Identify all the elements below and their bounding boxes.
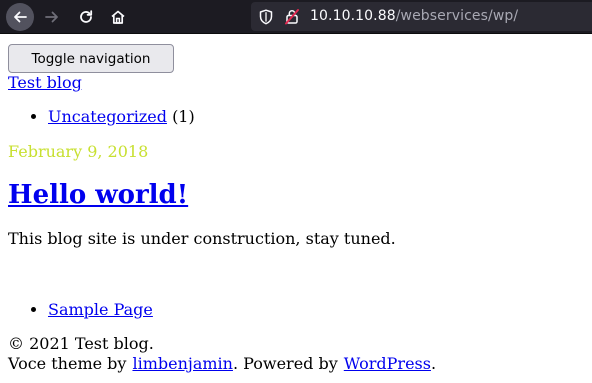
- arrow-left-icon: [14, 11, 27, 23]
- list-item: Sample Page: [48, 299, 153, 321]
- post-body: This blog site is under construction, st…: [8, 229, 396, 248]
- footer-theme-text: Voce theme by: [8, 354, 127, 373]
- url-text: 10.10.10.88/webservices/wp/: [310, 8, 518, 24]
- page-content: Toggle navigation Test blog Uncategorize…: [0, 35, 592, 383]
- sample-page-link[interactable]: Sample Page: [48, 300, 153, 319]
- home-button[interactable]: [104, 3, 132, 31]
- footer-powered-text: . Powered by: [232, 354, 338, 373]
- arrow-right-icon: [45, 11, 58, 23]
- post-date: February 9, 2018: [8, 142, 149, 161]
- back-button[interactable]: [6, 3, 34, 31]
- page-list: Sample Page: [48, 299, 153, 321]
- footer-end: .: [430, 354, 437, 373]
- reload-icon: [80, 10, 93, 23]
- wordpress-link[interactable]: WordPress: [344, 354, 431, 373]
- browser-toolbar: 10.10.10.88/webservices/wp/: [0, 0, 592, 34]
- category-link[interactable]: Uncategorized: [48, 107, 167, 126]
- tracking-shield-icon[interactable]: [259, 9, 273, 25]
- category-count: (1): [172, 107, 195, 126]
- list-item: Uncategorized (1): [48, 106, 195, 128]
- reload-button[interactable]: [72, 3, 100, 31]
- toggle-navigation-button[interactable]: Toggle navigation: [8, 44, 174, 73]
- forward-button[interactable]: [38, 3, 66, 31]
- url-path: /webservices/wp/: [395, 8, 519, 24]
- address-bar[interactable]: 10.10.10.88/webservices/wp/: [251, 2, 592, 31]
- post-title-link[interactable]: Hello world!: [8, 180, 188, 210]
- theme-author-link[interactable]: limbenjamin: [132, 354, 233, 373]
- home-icon: [111, 10, 125, 24]
- footer-copyright: © 2021 Test blog.: [8, 334, 154, 353]
- footer-credits: Voce theme by limbenjamin. Powered by Word…: [8, 354, 436, 374]
- insecure-lock-icon[interactable]: [284, 8, 300, 25]
- url-host: 10.10.10.88: [310, 8, 396, 24]
- category-list: Uncategorized (1): [48, 106, 195, 128]
- footer: © 2021 Test blog. Voce theme by limbenjam…: [8, 334, 436, 374]
- post-title: Hello world!: [8, 178, 188, 212]
- site-brand-link[interactable]: Test blog: [8, 73, 82, 93]
